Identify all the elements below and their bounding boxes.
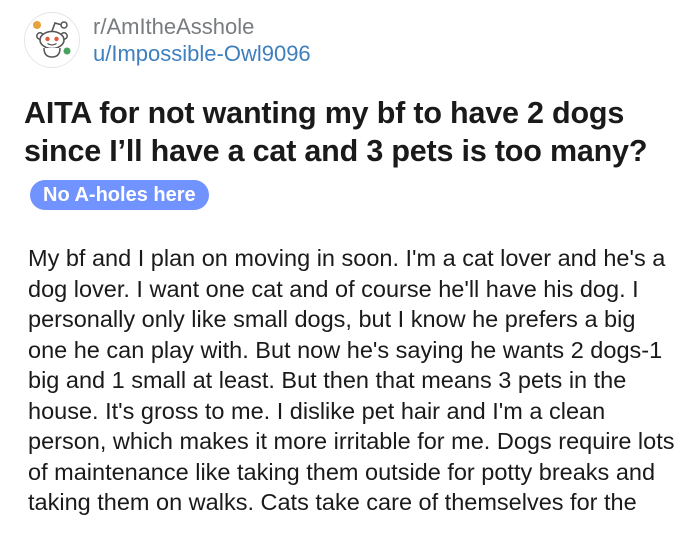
snoo-icon	[33, 21, 71, 58]
subreddit-avatar-icon[interactable]	[24, 12, 80, 68]
post-header: r/AmItheAsshole u/Impossible-Owl9096	[24, 12, 311, 68]
subreddit-name[interactable]: r/AmItheAsshole	[93, 14, 311, 40]
author-username[interactable]: u/Impossible-Owl9096	[93, 41, 311, 67]
post-title[interactable]: AITA for not wanting my bf to have 2 dog…	[24, 94, 684, 170]
post-flair-badge[interactable]: No A-holes here	[30, 180, 209, 210]
post-body: My bf and I plan on moving in soon. I'm …	[28, 245, 675, 515]
post-meta: r/AmItheAsshole u/Impossible-Owl9096	[93, 14, 311, 67]
